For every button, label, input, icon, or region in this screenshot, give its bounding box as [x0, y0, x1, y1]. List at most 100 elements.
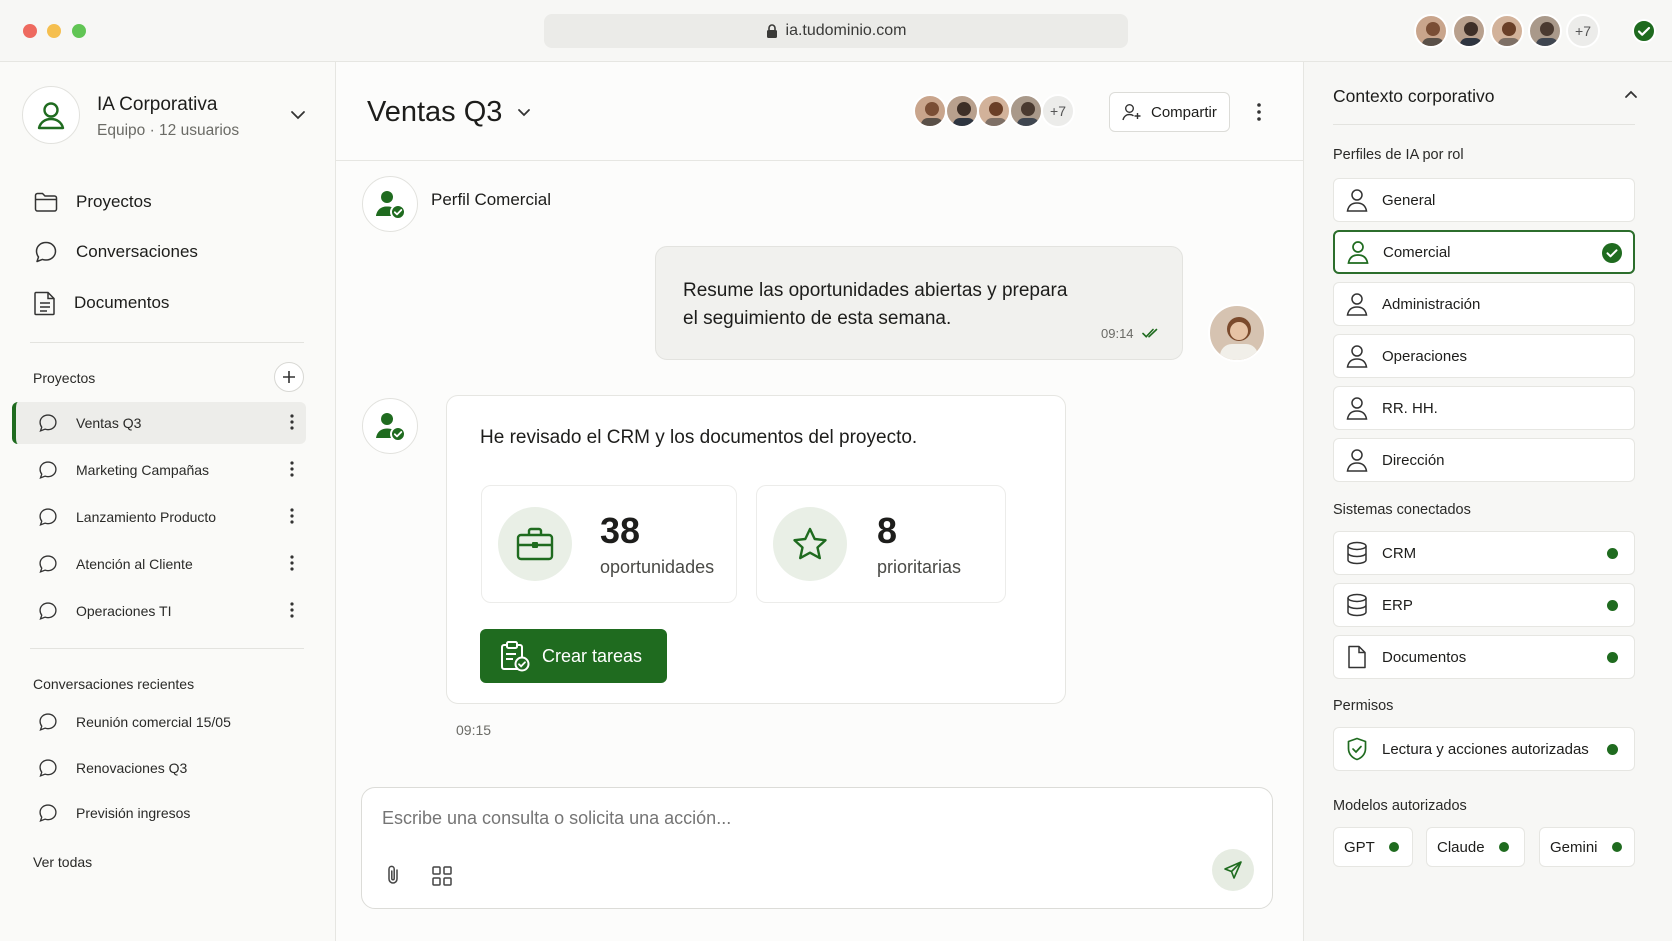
org-avatar [22, 86, 80, 144]
avatar [1490, 14, 1524, 48]
address-bar[interactable]: ia.tudominio.com [544, 14, 1128, 48]
divider [30, 342, 304, 343]
project-item-marketing[interactable]: Marketing Campañas [12, 449, 306, 491]
avatar [945, 94, 979, 128]
user-icon [1346, 345, 1368, 368]
minimize-window-button[interactable] [47, 24, 61, 38]
chat-bubble-icon [39, 713, 57, 732]
paperclip-icon[interactable] [385, 864, 401, 886]
user-message-line: el seguimiento de esta semana. [683, 308, 952, 329]
project-item-atencion[interactable]: Atención al Cliente [12, 543, 306, 585]
stat-value: 8 [877, 509, 898, 551]
database-icon [1347, 593, 1367, 617]
kebab-menu-icon[interactable] [290, 414, 294, 430]
folder-icon [34, 192, 58, 212]
model-status-dot [1388, 842, 1399, 852]
collapse-chevron-up-icon[interactable] [1624, 90, 1638, 99]
project-item-ventas-q3[interactable]: Ventas Q3 [12, 402, 306, 444]
project-item-operaciones[interactable]: Operaciones TI [12, 590, 306, 632]
avatar [1009, 94, 1043, 128]
avatar [913, 94, 947, 128]
project-label: Lanzamiento Producto [76, 509, 217, 525]
project-item-lanzamiento[interactable]: Lanzamiento Producto [12, 496, 306, 538]
agent-reply-text: He revisado el CRM y los documentos del … [480, 427, 918, 448]
agent-reply-time: 09:15 [456, 722, 492, 738]
org-name: IA Corporativa [97, 94, 218, 115]
nav-documents[interactable]: Documentos [34, 283, 169, 323]
url-text: ia.tudominio.com [785, 22, 907, 39]
message-input[interactable] [382, 804, 1242, 832]
user-icon [1346, 397, 1368, 420]
status-check-icon [1631, 18, 1657, 44]
user-avatar [1208, 304, 1266, 362]
kebab-menu-icon[interactable] [290, 461, 294, 477]
role-profile-operaciones[interactable]: Operaciones [1333, 334, 1635, 378]
model-gpt[interactable]: GPT [1333, 827, 1413, 867]
stat-value: 38 [600, 509, 641, 551]
apps-grid-icon[interactable] [432, 866, 452, 886]
more-options-kebab-icon[interactable] [1257, 103, 1261, 121]
user-message-text: Resume las oportunidades abiertas y prep… [683, 277, 1067, 333]
project-members[interactable]: +7 [913, 94, 1075, 128]
org-switcher-chevron-icon[interactable] [290, 110, 306, 120]
send-button[interactable] [1212, 849, 1254, 891]
permission-status-dot [1607, 744, 1618, 755]
model-claude[interactable]: Claude [1426, 827, 1525, 867]
title-chevron-down-icon[interactable] [517, 108, 531, 117]
stat-label: oportunidades [600, 556, 715, 577]
stat-card-opportunities: 38 oportunidades [481, 485, 737, 603]
role-profile-rrhh[interactable]: RR. HH. [1333, 386, 1635, 430]
online-users[interactable]: +7 [1414, 14, 1600, 48]
system-label: Documentos [1382, 648, 1467, 666]
kebab-menu-icon[interactable] [290, 555, 294, 571]
chat-bubble-icon [39, 508, 57, 527]
connected-status-dot [1607, 652, 1618, 663]
profiles-title: Perfiles de IA por rol [1333, 147, 1464, 163]
chat-bubble-icon [39, 414, 57, 433]
selected-check-icon [1601, 242, 1623, 264]
project-label: Ventas Q3 [76, 415, 142, 431]
nav-label: Documentos [74, 293, 170, 312]
role-label: Operaciones [1382, 347, 1468, 365]
chat-bubble-icon [35, 241, 57, 263]
models-title: Modelos autorizados [1333, 798, 1467, 814]
project-label: Operaciones TI [76, 603, 172, 619]
model-gemini[interactable]: Gemini [1539, 827, 1635, 867]
nav-conversations[interactable]: Conversaciones [34, 232, 198, 272]
kebab-menu-icon[interactable] [290, 602, 294, 618]
user-icon [1346, 189, 1368, 212]
recent-item[interactable]: Renovaciones Q3 [12, 748, 306, 788]
role-profile-administracion[interactable]: Administración [1333, 282, 1635, 326]
plus-icon [283, 371, 295, 383]
maximize-window-button[interactable] [72, 24, 86, 38]
system-erp[interactable]: ERP [1333, 583, 1635, 627]
system-crm[interactable]: CRM [1333, 531, 1635, 575]
ai-agent-icon [376, 413, 406, 442]
avatar [1414, 14, 1448, 48]
model-status-dot [1498, 842, 1509, 852]
star-icon [773, 507, 847, 581]
shield-check-icon [1347, 737, 1367, 761]
permission-item[interactable]: Lectura y acciones autorizadas [1333, 727, 1635, 771]
recent-label: Renovaciones Q3 [76, 760, 188, 776]
see-all-link[interactable]: Ver todas [33, 854, 92, 870]
more-users-count: +7 [1566, 14, 1600, 48]
divider [1333, 124, 1635, 125]
model-label: Claude [1437, 838, 1485, 856]
chat-bubble-icon [39, 759, 57, 778]
recent-item[interactable]: Previsión ingresos [12, 793, 306, 833]
recent-label: Reunión comercial 15/05 [76, 714, 231, 730]
briefcase-icon [498, 507, 572, 581]
role-profile-comercial[interactable]: Comercial [1333, 230, 1635, 274]
recent-item[interactable]: Reunión comercial 15/05 [12, 702, 306, 742]
nav-projects[interactable]: Proyectos [34, 182, 152, 222]
role-profile-direccion[interactable]: Dirección [1333, 438, 1635, 482]
role-profile-general[interactable]: General [1333, 178, 1635, 222]
system-documentos[interactable]: Documentos [1333, 635, 1635, 679]
close-window-button[interactable] [23, 24, 37, 38]
permission-label: Lectura y acciones autorizadas [1382, 740, 1589, 758]
kebab-menu-icon[interactable] [290, 508, 294, 524]
share-button[interactable]: Compartir [1109, 92, 1230, 132]
add-project-button[interactable] [274, 362, 304, 392]
create-tasks-button[interactable]: Crear tareas [480, 629, 667, 683]
